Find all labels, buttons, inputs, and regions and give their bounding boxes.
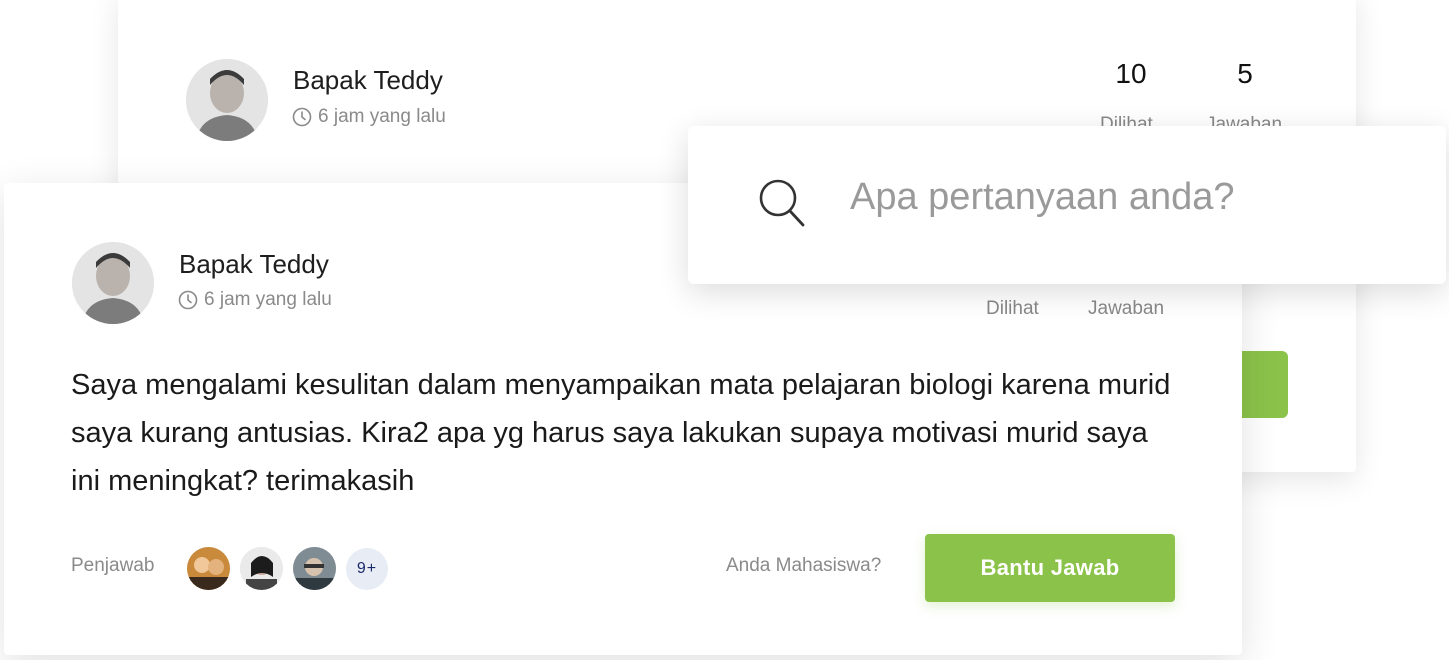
clock-icon	[178, 290, 198, 310]
answers-count: 5	[1237, 58, 1253, 89]
answerer-avatar[interactable]	[293, 547, 336, 590]
answerers-label: Penjawab	[71, 555, 155, 576]
help-button-back[interactable]	[1242, 351, 1288, 418]
answerer-avatar[interactable]	[240, 547, 283, 590]
search-icon	[758, 178, 806, 233]
answerers-list[interactable]: 9+	[187, 547, 388, 590]
help-answer-button[interactable]: Bantu Jawab	[925, 534, 1175, 602]
student-prompt: Anda Mahasiswa?	[726, 555, 882, 576]
clock-icon	[292, 107, 312, 127]
answerer-avatar[interactable]	[187, 547, 230, 590]
views-label: Dilihat	[986, 298, 1039, 319]
author-name[interactable]: Bapak Teddy	[179, 249, 329, 280]
avatar	[72, 242, 154, 324]
search-input[interactable]: Apa pertanyaan anda?	[850, 176, 1235, 219]
more-answerers-badge[interactable]: 9+	[346, 547, 388, 590]
post-time-text: 6 jam yang lalu	[204, 289, 332, 310]
post-time: 6 jam yang lalu	[178, 289, 332, 311]
author-name[interactable]: Bapak Teddy	[293, 65, 443, 96]
question-text[interactable]: Saya mengalami kesulitan dalam menyampai…	[71, 361, 1171, 505]
avatar	[186, 59, 268, 141]
answers-label: Jawaban	[1088, 298, 1165, 319]
post-time: 6 jam yang lalu	[292, 106, 446, 128]
post-time-text: 6 jam yang lalu	[318, 106, 446, 127]
views-count: 10	[1115, 58, 1147, 89]
search-box[interactable]: Apa pertanyaan anda?	[688, 126, 1446, 284]
